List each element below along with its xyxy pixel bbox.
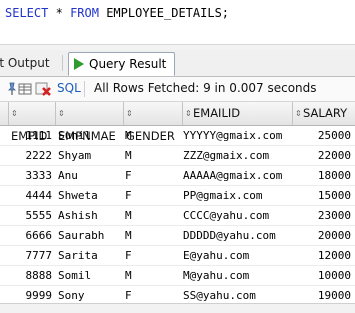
sort-icon: ⇕	[126, 108, 133, 118]
cancel-fetch-icon[interactable]	[35, 81, 51, 97]
table-row[interactable]: 3333 Anu F AAAAA@gmaix.com 18000	[0, 166, 355, 186]
sql-button[interactable]: SQL	[57, 81, 81, 95]
tab-query-result[interactable]: Query Result	[68, 52, 176, 76]
empid-cell[interactable]: 7777	[8, 246, 53, 265]
empid-cell[interactable]: 6666	[8, 226, 53, 245]
gender-cell[interactable]: F	[125, 166, 181, 185]
column-header-gender[interactable]: ⇕GENDER	[123, 102, 182, 143]
salary-cell[interactable]: 15000	[293, 186, 351, 205]
empid-cell[interactable]: 5555	[8, 206, 53, 225]
empid-cell[interactable]: 4444	[8, 186, 53, 205]
sql-star: *	[55, 6, 63, 20]
salary-cell[interactable]: 10000	[293, 266, 351, 285]
salary-cell[interactable]: 22000	[293, 146, 351, 165]
emailid-cell[interactable]: AAAAA@gmaix.com	[183, 166, 291, 185]
gender-cell[interactable]: M	[125, 266, 181, 285]
column-header-empid[interactable]: ⇕EMPID	[8, 102, 55, 143]
table-row[interactable]: 5555 Ashish M CCCC@yahu.com 23000	[0, 206, 355, 226]
empid-cell[interactable]: 8888	[8, 266, 53, 285]
emailid-cell[interactable]: M@yahu.com	[183, 266, 291, 285]
sort-icon: ⇕	[185, 108, 192, 118]
run-play-icon	[74, 58, 84, 70]
emailid-cell[interactable]: YYYYY@gmaix.com	[183, 126, 291, 145]
sql-table-name: EMPLOYEE_DETAILS;	[106, 6, 230, 20]
empid-cell[interactable]: 1111	[8, 126, 53, 145]
empnmae-cell[interactable]: Shyam	[58, 146, 122, 165]
gender-cell[interactable]: F	[125, 186, 181, 205]
tab-script-output-label: ot Output	[0, 56, 50, 70]
empnmae-cell[interactable]: Ashish	[58, 206, 122, 225]
tab-script-output[interactable]: ot Output	[0, 52, 56, 74]
column-header-label: EMAILID	[193, 106, 241, 120]
table-row[interactable]: 2222 Shyam M ZZZ@gmaix.com 22000	[0, 146, 355, 166]
sql-keyword-select: SELECT	[5, 6, 49, 20]
gender-cell[interactable]: M	[125, 146, 181, 165]
emailid-cell[interactable]: ZZZ@gmaix.com	[183, 146, 291, 165]
tab-query-result-label: Query Result	[89, 57, 167, 71]
column-header-salary[interactable]: ⇕SALARY	[292, 102, 355, 125]
tab-divider	[62, 55, 63, 71]
emailid-cell[interactable]: CCCC@yahu.com	[183, 206, 291, 225]
column-header-label: SALARY	[303, 106, 348, 120]
empid-cell[interactable]: 2222	[8, 146, 53, 165]
sql-keyword-from: FROM	[70, 6, 99, 20]
emailid-cell[interactable]: E@yahu.com	[183, 246, 291, 265]
fetch-status: All Rows Fetched: 9 in 0.007 seconds	[94, 81, 317, 95]
sort-icon: ⇕	[295, 108, 302, 118]
column-header-empnmae[interactable]: ⇕EMPNMAE	[55, 102, 123, 143]
print-grid-icon[interactable]	[17, 81, 33, 97]
empnmae-cell[interactable]: Sarita	[58, 246, 122, 265]
result-tabs: ot Output Query Result	[0, 50, 355, 77]
sort-icon: ⇕	[58, 108, 65, 118]
salary-cell[interactable]: 12000	[293, 246, 351, 265]
empnmae-cell[interactable]: Saurabh	[58, 226, 122, 245]
row-number-header	[0, 102, 8, 125]
table-row[interactable]: 4444 Shweta F PP@gmaix.com 15000	[0, 186, 355, 206]
salary-cell[interactable]: 23000	[293, 206, 351, 225]
grid-header: ⇕EMPID ⇕EMPNMAE ⇕GENDER ⇕EMAILID ⇕SALARY	[0, 102, 355, 143]
result-toolbar: SQL All Rows Fetched: 9 in 0.007 seconds	[0, 77, 355, 102]
gender-cell[interactable]: M	[125, 126, 181, 145]
salary-cell[interactable]: 20000	[293, 226, 351, 245]
salary-cell[interactable]: 25000	[293, 126, 351, 145]
table-row[interactable]: 6666 Saurabh M DDDDD@yahu.com 20000	[0, 226, 355, 246]
empid-cell[interactable]: 3333	[8, 166, 53, 185]
gender-cell[interactable]: M	[125, 206, 181, 225]
gender-cell[interactable]: F	[125, 246, 181, 265]
emailid-cell[interactable]: PP@gmaix.com	[183, 186, 291, 205]
empnmae-cell[interactable]: Shweta	[58, 186, 122, 205]
sort-icon: ⇕	[11, 108, 18, 118]
gender-cell[interactable]: M	[125, 226, 181, 245]
table-row[interactable]: 8888 Somil M M@yahu.com 10000	[0, 266, 355, 286]
empnmae-cell[interactable]: Somil	[58, 266, 122, 285]
empnmae-cell[interactable]: Sunil	[58, 126, 122, 145]
column-header-emailid[interactable]: ⇕EMAILID	[182, 102, 292, 125]
table-row[interactable]: 1111 Sunil M YYYYY@gmaix.com 25000	[0, 126, 355, 146]
toolbar-divider	[84, 81, 85, 97]
emailid-cell[interactable]: DDDDD@yahu.com	[183, 226, 291, 245]
sql-statement[interactable]: SELECT * FROM EMPLOYEE_DETAILS;	[5, 6, 229, 20]
table-row[interactable]: 7777 Sarita F E@yahu.com 12000	[0, 246, 355, 266]
empnmae-cell[interactable]: Anu	[58, 166, 122, 185]
salary-cell[interactable]: 18000	[293, 166, 351, 185]
sql-editor[interactable]: SELECT * FROM EMPLOYEE_DETAILS;	[0, 0, 355, 44]
